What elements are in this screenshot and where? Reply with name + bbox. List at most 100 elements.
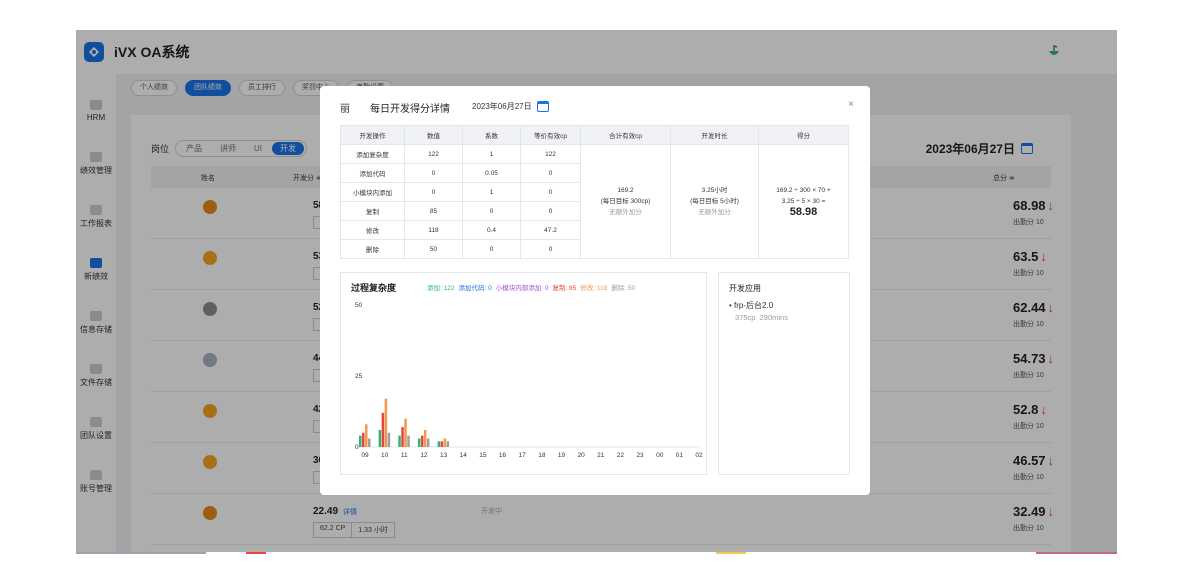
dev-apps-title: 开发应用 xyxy=(729,284,761,293)
process-chart-title: 过程复杂度 xyxy=(351,283,397,293)
dev-time-note: 无额外加分 xyxy=(698,209,731,216)
bar-删除 xyxy=(446,441,450,447)
y-tick-label: 0 xyxy=(355,444,359,451)
table-row: 添加复杂度 122 1 122 169.2 (每日目标 300cp) 无额外加分… xyxy=(340,144,849,259)
cell-value: 0 xyxy=(404,182,463,202)
total-cp-goal: (每日目标 300cp) xyxy=(600,198,651,205)
x-tick-label: 18 xyxy=(538,452,546,459)
bar-复制 xyxy=(362,432,365,447)
total-cp-cell: 169.2 (每日目标 300cp) 无额外加分 xyxy=(580,144,671,259)
cell-value: 50 xyxy=(404,239,463,259)
bar-添加 xyxy=(359,435,362,447)
cell-op: 小模块内添加 xyxy=(340,182,405,202)
x-tick-label: 09 xyxy=(361,452,369,459)
modal-date: 2023年06月27日 xyxy=(472,102,532,111)
bar-修改 xyxy=(365,424,368,447)
x-tick-label: 13 xyxy=(440,452,448,459)
x-tick-label: 01 xyxy=(676,452,684,459)
bar-复制 xyxy=(420,435,424,447)
legend-item: 复制: 85 xyxy=(552,285,577,292)
bar-添加 xyxy=(417,438,421,447)
cell-op: 添加复杂度 xyxy=(340,144,405,164)
app-cp: 375cp xyxy=(735,313,756,322)
bar-复制 xyxy=(440,441,444,447)
bar-添加 xyxy=(437,441,441,447)
cell-value: 85 xyxy=(404,201,463,221)
bar-删除 xyxy=(407,435,410,447)
app-name: frp-后台2.0 xyxy=(734,301,774,310)
dev-apps-panel: 开发应用 • frp-后台2.0 375cp 290mins xyxy=(718,272,850,475)
cell-coef: 0 xyxy=(462,201,521,221)
total-cp-value: 169.2 xyxy=(617,187,634,194)
cell-equiv-cp: 0 xyxy=(520,239,581,259)
cell-coef: 1 xyxy=(462,182,521,202)
cell-coef: 1 xyxy=(462,144,521,164)
x-tick-label: 21 xyxy=(597,452,605,459)
legend-item: 删除: 50 xyxy=(611,285,636,292)
modal-date-picker[interactable]: 2023年06月27日 xyxy=(472,101,549,112)
score-table: 开发操作 数值 系数 等价有效cp 合计有效cp 开发时长 得分 添加复杂度 1… xyxy=(340,125,849,259)
legend-item: 修改: 118 xyxy=(580,285,608,292)
bar-删除 xyxy=(426,438,430,447)
score-detail-modal: 丽 每日开发得分详情 2023年06月27日 × 开发操作 数值 系数 等价有效… xyxy=(320,86,870,495)
app-list-item[interactable]: • frp-后台2.0 xyxy=(729,300,773,311)
x-tick-label: 15 xyxy=(479,452,487,459)
chart-legend: 添加: 122 添加代码: 0 小模块内部添加: 0 复制: 85 修改: 118 删除:… xyxy=(427,282,635,292)
y-tick-label: 25 xyxy=(355,373,363,380)
bar-复制 xyxy=(401,427,404,447)
process-complexity-panel: 过程复杂度 添加: 122 添加代码: 0 小模块内部添加: 0 复制: 85 修改: … xyxy=(340,272,707,475)
formula-line-1: 169.2 ÷ 300 × 70 + xyxy=(776,187,831,194)
cell-coef: 0.05 xyxy=(462,163,521,183)
y-tick-label: 50 xyxy=(355,302,363,309)
cell-equiv-cp: 0 xyxy=(520,163,581,183)
th-coef: 系数 xyxy=(462,125,521,145)
app-stats: 375cp 290mins xyxy=(735,313,788,322)
modal-user-name: 丽 xyxy=(340,104,350,115)
score-value: 58.98 xyxy=(789,206,818,218)
total-cp-note: 无额外加分 xyxy=(609,209,642,216)
th-dev-time: 开发时长 xyxy=(670,125,759,145)
legend-item: 添加代码: 0 xyxy=(458,285,492,292)
bottom-accent-strip xyxy=(76,552,1117,554)
score-table-header: 开发操作 数值 系数 等价有效cp 合计有效cp 开发时长 得分 xyxy=(340,125,849,145)
cell-equiv-cp: 122 xyxy=(520,144,581,164)
legend-item: 添加: 122 xyxy=(427,285,455,292)
bar-修改 xyxy=(423,429,427,447)
x-tick-label: 11 xyxy=(401,452,408,459)
close-icon[interactable]: × xyxy=(848,99,854,110)
x-tick-label: 10 xyxy=(381,452,389,459)
bar-删除 xyxy=(387,432,391,447)
x-tick-label: 00 xyxy=(656,452,664,459)
cell-op: 修改 xyxy=(340,220,405,240)
dev-time-goal: (每日目标 5小时) xyxy=(690,198,739,205)
bar-复制 xyxy=(381,412,385,447)
bar-删除 xyxy=(368,438,371,447)
x-tick-label: 20 xyxy=(578,452,586,459)
bar-修改 xyxy=(384,398,388,447)
cell-value: 118 xyxy=(404,220,463,240)
cell-equiv-cp: 47.2 xyxy=(520,220,581,240)
x-tick-label: 23 xyxy=(636,452,644,459)
th-op: 开发操作 xyxy=(340,125,405,145)
x-tick-label: 19 xyxy=(558,452,566,459)
x-tick-label: 17 xyxy=(519,452,527,459)
cell-equiv-cp: 0 xyxy=(520,201,581,221)
dev-time-value: 3.25小时 xyxy=(701,187,728,194)
app-time: 290mins xyxy=(759,313,788,322)
x-tick-label: 12 xyxy=(420,452,428,459)
cell-coef: 0 xyxy=(462,239,521,259)
bar-添加 xyxy=(398,435,401,447)
cell-value: 0 xyxy=(404,163,463,183)
x-tick-label: 16 xyxy=(499,452,507,459)
cell-equiv-cp: 0 xyxy=(520,182,581,202)
bar-修改 xyxy=(443,438,447,447)
dev-time-cell: 3.25小时 (每日目标 5小时) 无额外加分 xyxy=(670,144,759,259)
cell-coef: 0.4 xyxy=(462,220,521,240)
calendar-icon[interactable] xyxy=(536,101,549,112)
cell-value: 122 xyxy=(404,144,463,164)
th-total-cp: 合计有效cp xyxy=(580,125,671,145)
bar-修改 xyxy=(404,418,407,447)
modal-title: 每日开发得分详情 xyxy=(370,104,450,115)
cell-op: 删除 xyxy=(340,239,405,259)
legend-item: 小模块内部添加: 0 xyxy=(495,285,549,292)
